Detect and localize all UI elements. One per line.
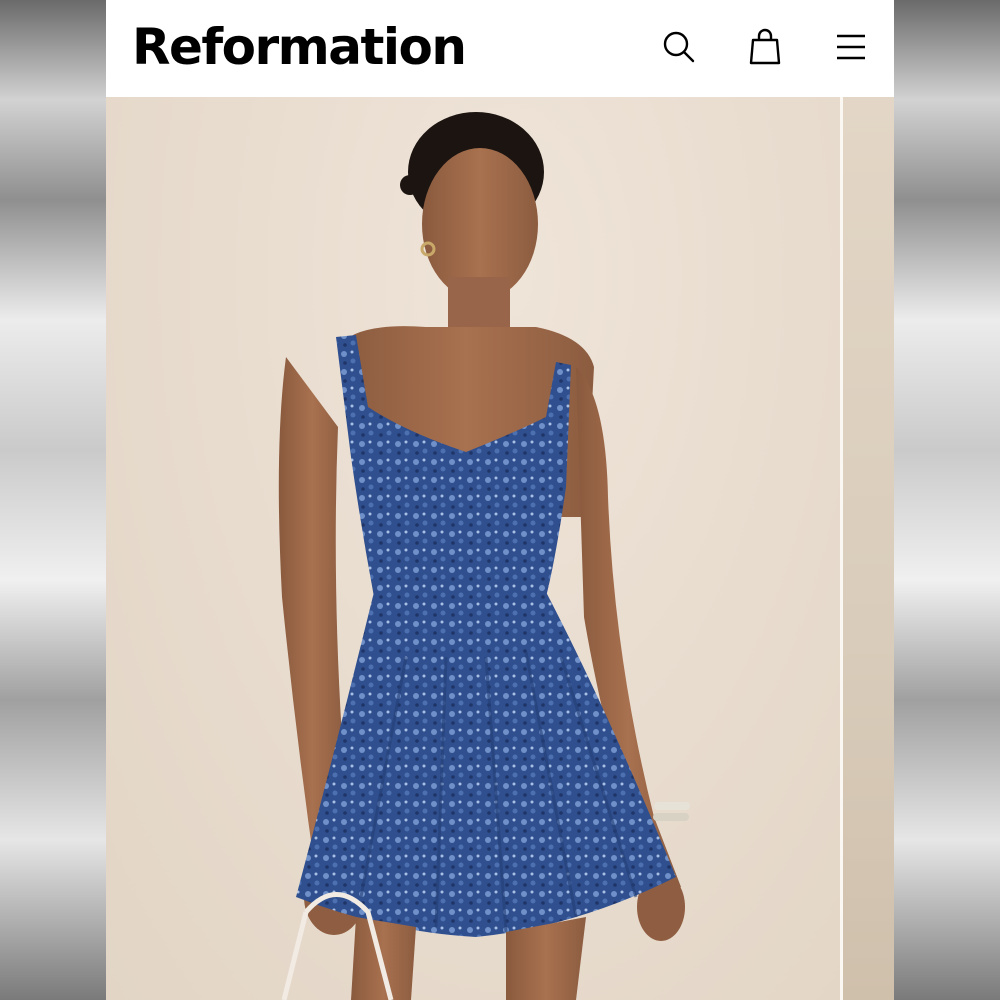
left-letterbox <box>0 0 106 1000</box>
right-letterbox <box>894 0 1000 1000</box>
brand-logo[interactable]: Reformation <box>132 16 467 78</box>
menu-button[interactable] <box>829 25 873 69</box>
shopping-bag-icon <box>749 28 781 65</box>
search-icon <box>663 31 695 63</box>
site-header: Reformation <box>106 0 894 97</box>
model-in-blue-floral-dress-illustration <box>278 112 690 1000</box>
cart-button[interactable] <box>743 25 787 69</box>
hamburger-menu-icon <box>837 34 865 60</box>
next-product-photo-peek[interactable] <box>843 97 894 1000</box>
mobile-screen: Reformation <box>106 0 894 1000</box>
product-image-gallery[interactable] <box>106 97 894 1000</box>
search-button[interactable] <box>658 25 702 69</box>
product-photo[interactable] <box>106 97 840 1000</box>
